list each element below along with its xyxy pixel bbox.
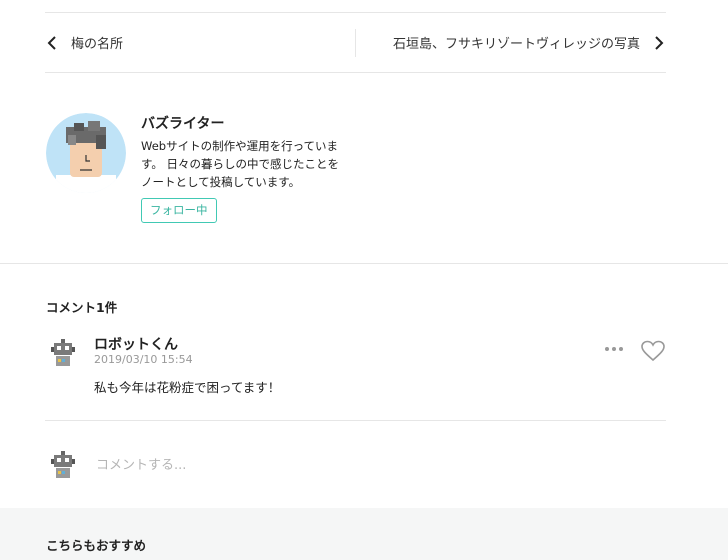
author-name[interactable]: バズライター [141, 113, 224, 133]
new-comment-row [46, 450, 666, 480]
heart-icon[interactable] [641, 340, 665, 362]
comment-author-name[interactable]: ロボットくん [94, 334, 178, 354]
author-avatar[interactable] [46, 113, 126, 193]
post-navigation: 梅の名所 石垣島、フサキリゾートヴィレッジの写真 [45, 13, 666, 72]
author-bio: Webサイトの制作や運用を行っています。 日々の暮らしの中で感じたことをノートと… [141, 139, 340, 189]
robot-avatar-icon[interactable] [48, 338, 78, 368]
comment-text: 私も今年は花粉症で困ってます！ [94, 380, 281, 395]
nav-bottom-divider [45, 72, 666, 73]
section-divider [0, 263, 728, 264]
prev-post-title: 梅の名所 [71, 37, 124, 52]
recommend-heading: こちらもおすすめ [46, 538, 147, 553]
prev-post-link[interactable]: 梅の名所 [45, 13, 355, 72]
comment-input[interactable] [96, 452, 516, 478]
comments-heading: コメント1件 [46, 300, 118, 315]
author-avatar-illustration [46, 113, 126, 193]
chevron-left-icon [47, 35, 56, 50]
next-post-link[interactable]: 石垣島、フサキリゾートヴィレッジの写真 [356, 13, 666, 72]
next-post-title: 石垣島、フサキリゾートヴィレッジの写真 [392, 37, 640, 52]
chevron-right-icon [655, 35, 664, 50]
author-profile: バズライター Webサイトの制作や運用を行っています。 日々の暮らしの中で感じた… [46, 113, 366, 233]
comment-divider [45, 420, 666, 421]
more-icon[interactable] [603, 341, 625, 357]
robot-avatar-icon [51, 451, 75, 478]
follow-button[interactable]: フォロー中 [141, 198, 217, 223]
comment-timestamp: 2019/03/10 15:54 [94, 353, 193, 366]
comment-item: ロボットくん 2019/03/10 15:54 私も今年は花粉症で困ってます！ [46, 333, 666, 395]
